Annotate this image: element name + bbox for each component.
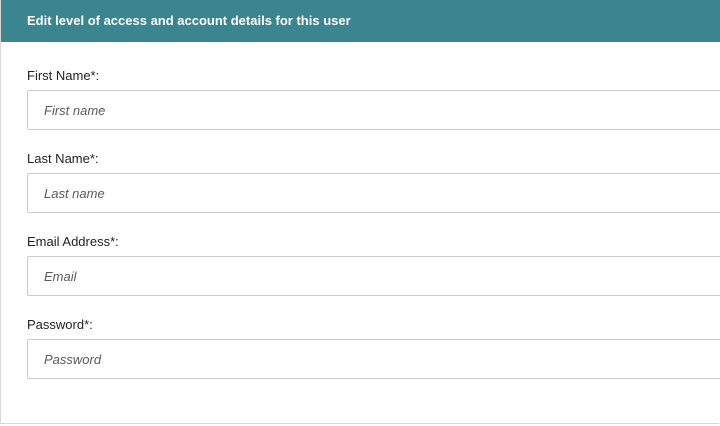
edit-user-panel: Edit level of access and account details… bbox=[0, 0, 720, 424]
last-name-input[interactable] bbox=[27, 173, 720, 213]
last-name-label: Last Name*: bbox=[27, 151, 99, 166]
email-label: Email Address*: bbox=[27, 234, 119, 249]
panel-header: Edit level of access and account details… bbox=[1, 0, 720, 42]
password-input[interactable] bbox=[27, 339, 720, 379]
first-name-input[interactable] bbox=[27, 90, 720, 130]
email-input[interactable] bbox=[27, 256, 720, 296]
password-label: Password*: bbox=[27, 317, 93, 332]
first-name-label: First Name*: bbox=[27, 68, 100, 83]
